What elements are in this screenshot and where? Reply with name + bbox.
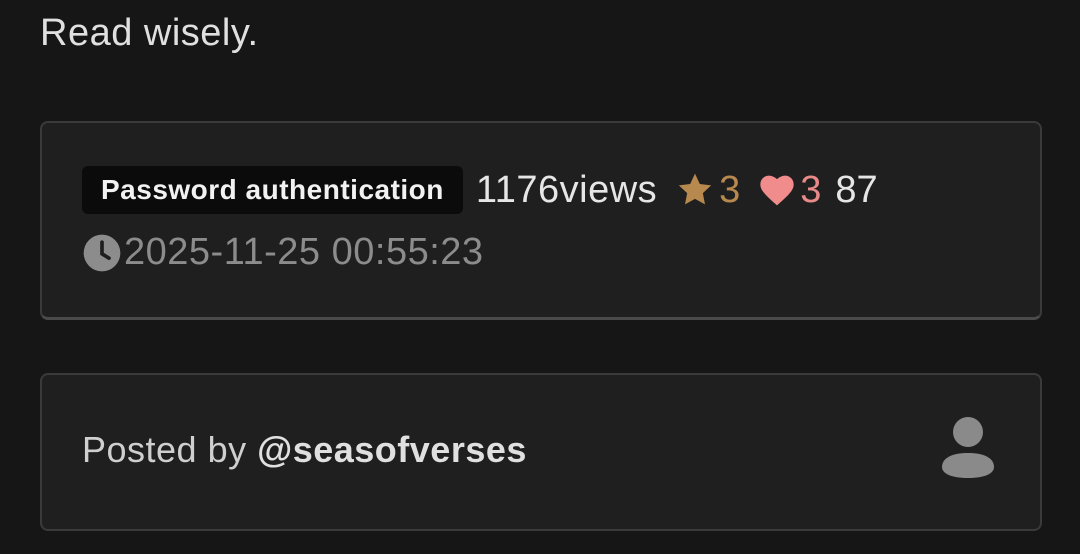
page: Read wisely. Password authentication 117… — [0, 0, 1080, 554]
post-timestamp: 2025-11-25 00:55:23 — [124, 231, 484, 273]
view-count: 1176views — [475, 168, 658, 211]
user-icon[interactable] — [940, 415, 996, 479]
author-card: Posted by @seasofverses — [40, 373, 1042, 531]
star-icon — [678, 173, 712, 205]
author-handle[interactable]: @seasofverses — [257, 429, 527, 470]
page-tagline: Read wisely. — [40, 12, 259, 54]
posted-by-label: Posted by — [82, 429, 258, 470]
post-stats-card: Password authentication 1176views 3 3 87 — [40, 121, 1042, 320]
star-stat[interactable]: 3 — [673, 169, 740, 212]
category-tag[interactable]: Password authentication — [82, 166, 463, 214]
heart-stat[interactable]: 3 — [756, 169, 821, 212]
timestamp-row: 2025-11-25 00:55:23 — [82, 231, 484, 274]
stats-row: Password authentication 1176views 3 3 87 — [82, 165, 878, 215]
clock-icon — [83, 234, 121, 271]
heart-count: 3 — [800, 168, 822, 211]
posted-by: Posted by @seasofverses — [82, 429, 527, 471]
heart-icon — [760, 175, 794, 206]
star-count: 3 — [719, 168, 741, 211]
extra-count: 87 — [835, 168, 878, 211]
